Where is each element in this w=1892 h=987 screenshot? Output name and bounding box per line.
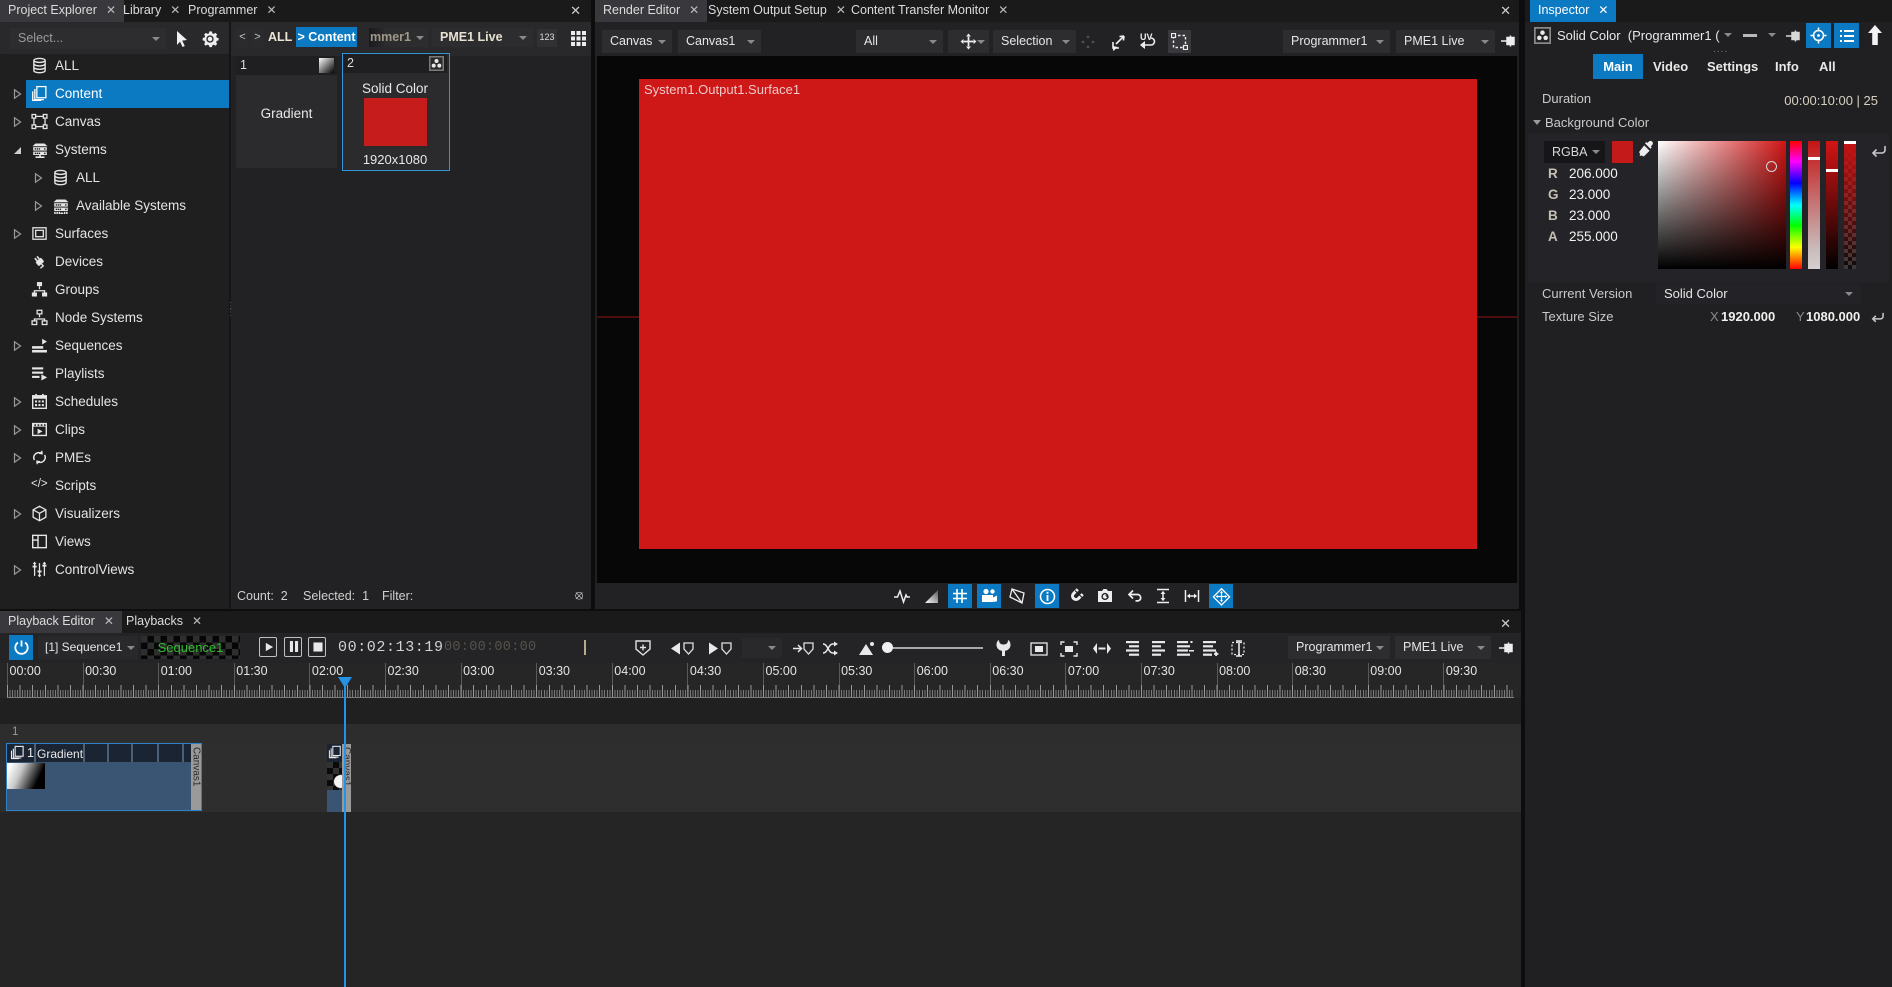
svg-text:UV: UV bbox=[1140, 32, 1153, 42]
